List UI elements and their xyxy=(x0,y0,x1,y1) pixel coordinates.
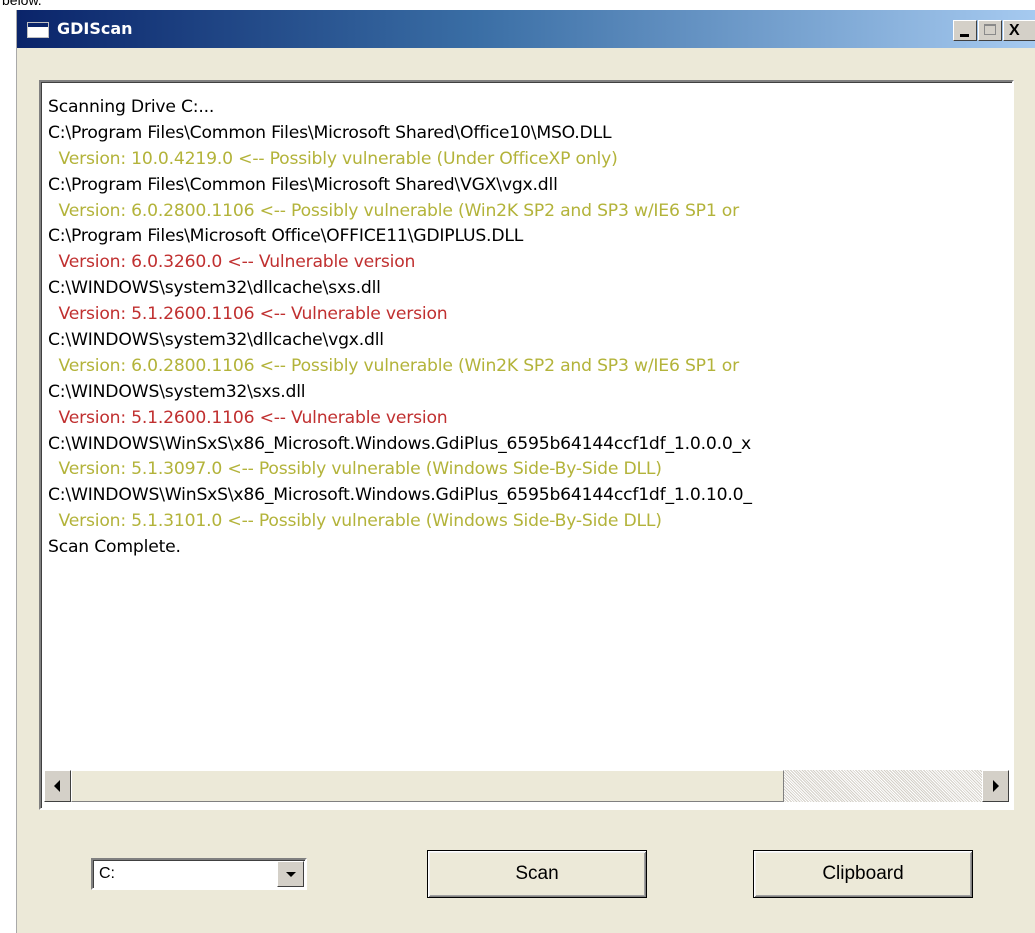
output-line: C:\WINDOWS\system32\dllcache\vgx.dll xyxy=(48,330,384,351)
output-line: C:\WINDOWS\system32\sxs.dll xyxy=(48,381,306,402)
output-line: C:\WINDOWS\WinSxS\x86_Microsoft.Windows.… xyxy=(48,433,751,454)
output-line: Version: 6.0.2800.1106 <-- Possibly vuln… xyxy=(48,355,740,376)
clipboard-button[interactable]: Clipboard xyxy=(753,850,973,898)
scan-button[interactable]: Scan xyxy=(427,850,647,898)
arrow-right-icon xyxy=(993,780,999,792)
close-button[interactable]: X xyxy=(1003,20,1035,41)
drive-dropdown-button[interactable] xyxy=(277,861,304,887)
app-window-icon xyxy=(27,22,49,38)
top-caption: below. xyxy=(0,0,1035,9)
horizontal-scrollbar[interactable] xyxy=(44,770,1009,802)
output-line: Version: 6.0.2800.1106 <-- Possibly vuln… xyxy=(48,200,740,221)
maximize-icon xyxy=(984,24,996,35)
output-line: C:\Program Files\Common Files\Microsoft … xyxy=(48,122,612,143)
scroll-right-button[interactable] xyxy=(982,770,1009,802)
gdiscan-window: GDIScan X Scanning Drive C:... C:\Program… xyxy=(16,10,1035,933)
output-line: Version: 5.1.3101.0 <-- Possibly vulnera… xyxy=(48,511,662,532)
output-line: Version: 5.1.2600.1106 <-- Vulnerable ve… xyxy=(48,304,448,325)
output-line: Version: 5.1.3097.0 <-- Possibly vulnera… xyxy=(48,459,662,480)
output-line: Scan Complete. xyxy=(48,537,181,558)
minimize-icon xyxy=(960,34,969,37)
output-line: Version: 5.1.2600.1106 <-- Vulnerable ve… xyxy=(48,407,448,428)
window-title: GDIScan xyxy=(57,19,133,38)
drive-select-value: C: xyxy=(99,865,115,882)
output-line: Scanning Drive C:... xyxy=(48,97,215,117)
scroll-left-button[interactable] xyxy=(44,770,71,802)
close-icon: X xyxy=(1009,22,1020,39)
caption-text: below. xyxy=(2,0,42,8)
minimize-button[interactable] xyxy=(953,20,977,41)
output-line: C:\Program Files\Microsoft Office\OFFICE… xyxy=(48,226,524,247)
scan-output-box[interactable]: Scanning Drive C:... C:\Program Files\Com… xyxy=(39,80,1014,810)
output-line: C:\WINDOWS\system32\dllcache\sxs.dll xyxy=(48,278,381,299)
output-line: Version: 6.0.3260.0 <-- Vulnerable versi… xyxy=(48,252,416,273)
chevron-down-icon xyxy=(286,872,296,877)
scan-output-lines: Scanning Drive C:... C:\Program Files\Com… xyxy=(48,95,1008,765)
scrollbar-thumb[interactable] xyxy=(71,770,784,802)
title-bar[interactable]: GDIScan X xyxy=(17,10,1035,48)
arrow-left-icon xyxy=(54,780,60,792)
output-line: C:\Program Files\Common Files\Microsoft … xyxy=(48,174,558,195)
maximize-button[interactable] xyxy=(978,20,1002,41)
drive-select[interactable]: C: xyxy=(91,858,307,890)
output-line: C:\WINDOWS\WinSxS\x86_Microsoft.Windows.… xyxy=(48,485,752,506)
output-line: Version: 10.0.4219.0 <-- Possibly vulner… xyxy=(48,148,618,169)
